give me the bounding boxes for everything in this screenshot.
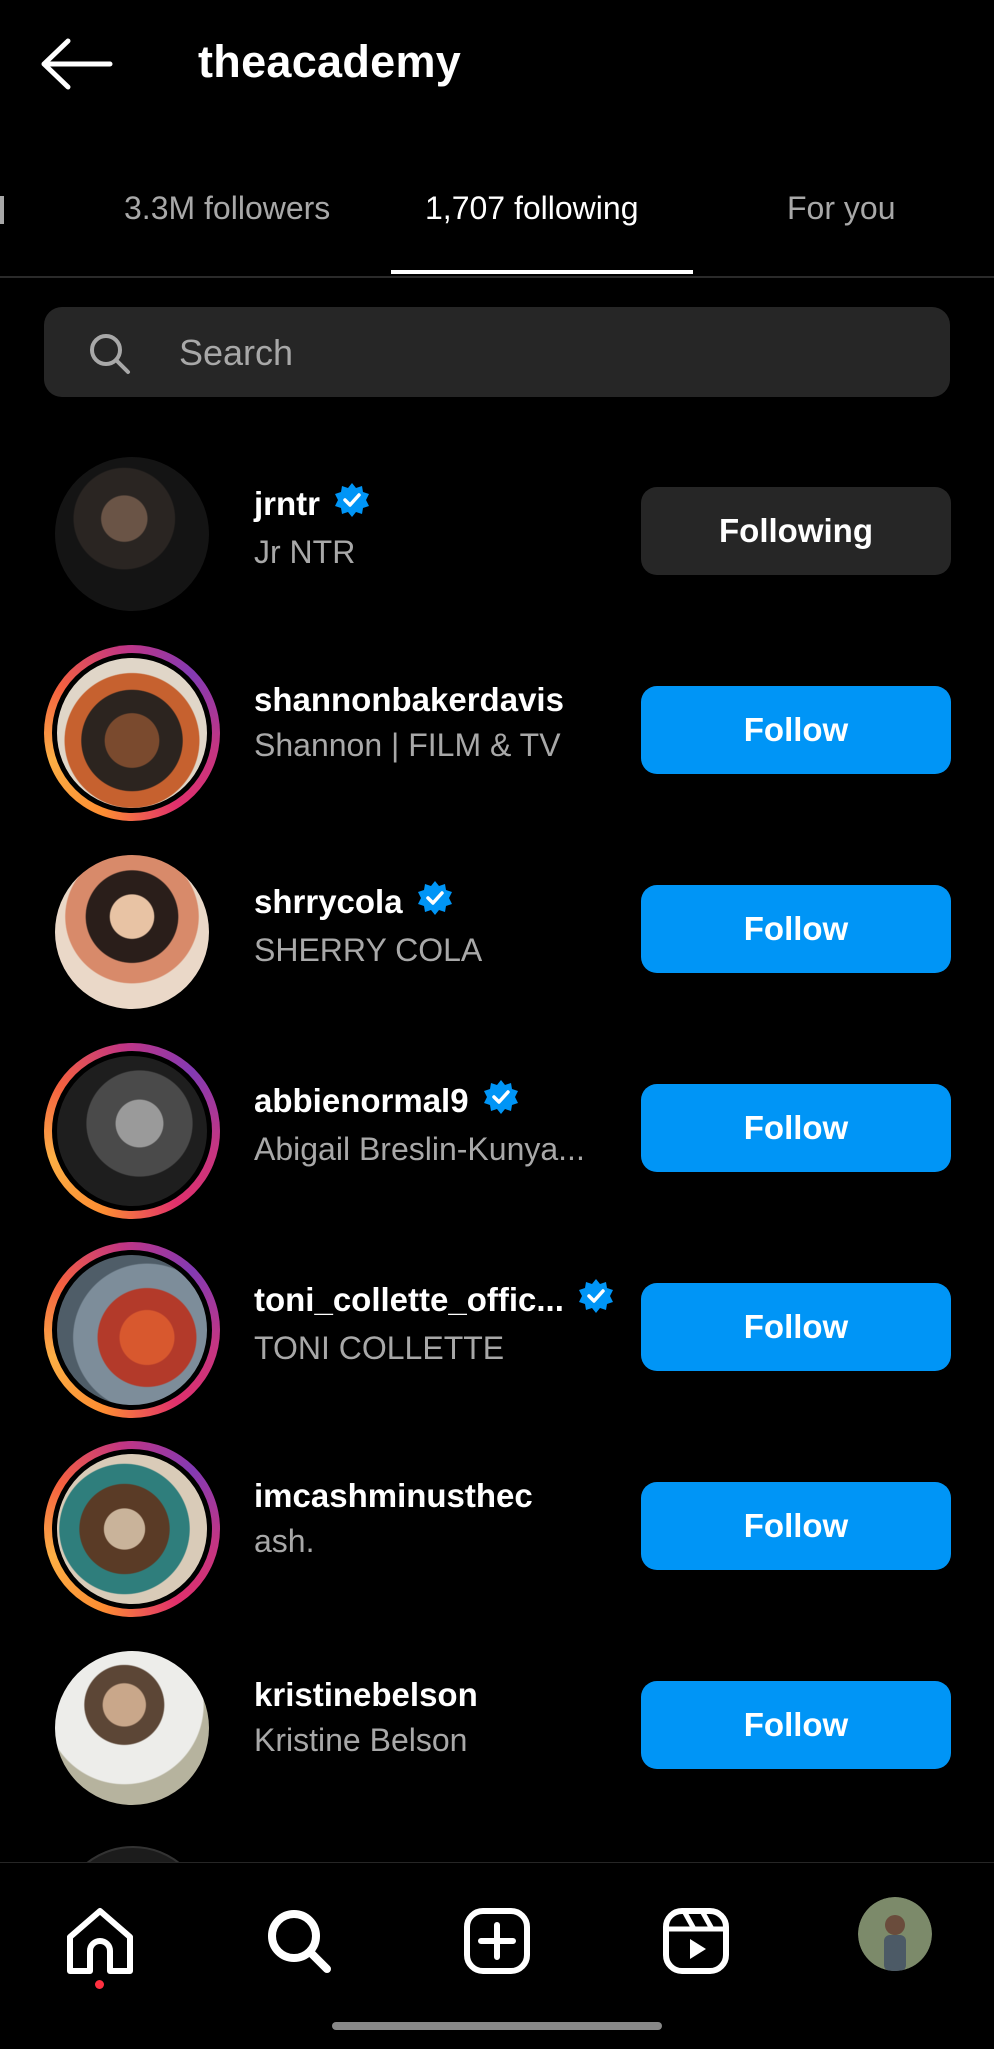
search-icon[interactable]	[259, 1901, 339, 1981]
follow-button[interactable]: Follow	[641, 686, 951, 774]
username[interactable]: kristinebelson	[254, 1676, 478, 1714]
verified-badge-icon	[417, 880, 453, 924]
full-name: Kristine Belson	[254, 1722, 468, 1758]
avatar-story-ring[interactable]	[44, 1242, 220, 1418]
search-icon	[90, 334, 130, 374]
tab-for-you[interactable]: For you	[787, 190, 895, 227]
avatar-story-ring[interactable]	[44, 1043, 220, 1219]
full-name: SHERRY COLA	[254, 932, 483, 968]
verified-badge-icon	[334, 482, 370, 526]
username[interactable]: shrrycola	[254, 883, 403, 921]
username[interactable]: imcashminusthec	[254, 1477, 533, 1515]
create-icon[interactable]	[457, 1901, 537, 1981]
profile-photo	[55, 457, 209, 611]
avatar[interactable]	[44, 1640, 220, 1816]
follow-button[interactable]: Follow	[641, 1482, 951, 1570]
avatar[interactable]	[44, 446, 220, 622]
profile-photo	[52, 1449, 212, 1609]
full-name: Abigail Breslin-Kunya...	[254, 1131, 585, 1167]
profile-photo	[55, 1651, 209, 1805]
profile-avatar[interactable]	[858, 1897, 932, 1971]
tab-following[interactable]: 1,707 following	[425, 190, 638, 227]
follow-button[interactable]: Follow	[641, 1681, 951, 1769]
reels-icon[interactable]	[656, 1901, 736, 1981]
list-item[interactable]: toni_collette_offic... TONI COLLETTE Fol…	[0, 1226, 994, 1425]
notification-dot	[95, 1980, 104, 1989]
profile-photo	[52, 1250, 212, 1410]
list-item[interactable]: abbienormal9 Abigail Breslin-Kunya... Fo…	[0, 1027, 994, 1226]
avatar[interactable]	[44, 844, 220, 1020]
full-name: Shannon | FILM & TV	[254, 727, 561, 763]
verified-badge-icon	[578, 1278, 614, 1322]
page-title: theacademy	[198, 36, 462, 87]
username[interactable]: abbienormal9	[254, 1082, 469, 1120]
profile-photo	[55, 855, 209, 1009]
follow-button[interactable]: Follow	[641, 1084, 951, 1172]
full-name: ash.	[254, 1523, 315, 1559]
tab-bar: 3.3M followers 1,707 following For you	[0, 160, 994, 278]
search-bar[interactable]	[44, 307, 950, 399]
active-tab-indicator	[391, 270, 693, 274]
follow-button[interactable]: Follow	[641, 1283, 951, 1371]
follow-button[interactable]: Follow	[641, 885, 951, 973]
username[interactable]: shannonbakerdavis	[254, 681, 564, 719]
avatar-story-ring[interactable]	[44, 1441, 220, 1617]
bottom-navigation	[0, 1862, 994, 2049]
home-indicator	[332, 2022, 662, 2030]
top-bar: theacademy	[0, 0, 994, 125]
home-icon[interactable]	[60, 1901, 140, 1981]
full-name: Jr NTR	[254, 534, 356, 570]
full-name: TONI COLLETTE	[254, 1330, 505, 1366]
verified-badge-icon	[483, 1079, 519, 1123]
back-arrow-icon[interactable]	[40, 38, 116, 90]
profile-photo	[52, 1051, 212, 1211]
following-button[interactable]: Following	[641, 487, 951, 575]
list-item[interactable]: shrrycola SHERRY COLA Follow	[0, 828, 994, 1027]
list-item[interactable]: imcashminusthec ash. Follow	[0, 1425, 994, 1624]
list-item[interactable]: jrntr Jr NTR Following	[0, 430, 994, 629]
avatar-story-ring[interactable]	[44, 645, 220, 821]
tab-followers[interactable]: 3.3M followers	[124, 190, 330, 227]
tab-edge-fragment	[0, 196, 4, 224]
list-item[interactable]: shannonbakerdavis Shannon | FILM & TV Fo…	[0, 629, 994, 828]
list-item[interactable]: kristinebelson Kristine Belson Follow	[0, 1624, 994, 1823]
username[interactable]: jrntr	[254, 485, 320, 523]
username[interactable]: toni_collette_offic...	[254, 1281, 564, 1319]
search-input[interactable]	[177, 307, 921, 399]
profile-photo	[52, 653, 212, 813]
